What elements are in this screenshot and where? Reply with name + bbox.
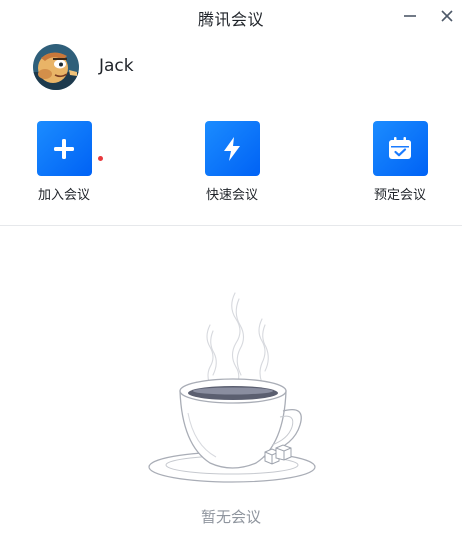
window-title: 腾讯会议: [197, 10, 264, 29]
notification-dot: [98, 156, 103, 161]
quick-meeting-button[interactable]: 快速会议: [192, 121, 272, 203]
schedule-meeting-label: 预定会议: [373, 188, 426, 203]
avatar-image: [33, 44, 79, 90]
minimize-button[interactable]: [398, 4, 422, 28]
title-bar: 腾讯会议: [0, 0, 462, 34]
schedule-meeting-button[interactable]: 预定会议: [360, 121, 440, 203]
calendar-check-icon: [389, 136, 411, 159]
coffee-cup-icon: [148, 292, 316, 483]
empty-state-text: 暂无会议: [200, 508, 261, 526]
join-meeting-label: 加入会议: [37, 188, 90, 203]
plus-icon: [54, 138, 74, 159]
close-icon: [441, 10, 453, 22]
lightning-icon: [224, 136, 240, 161]
join-meeting-button[interactable]: 加入会议: [24, 121, 104, 203]
join-meeting-icon-box: [36, 121, 92, 176]
quick-meeting-icon-box: [204, 121, 260, 176]
avatar[interactable]: [33, 44, 79, 90]
close-button[interactable]: [435, 4, 459, 28]
user-name[interactable]: Jack: [99, 56, 134, 76]
quick-meeting-label: 快速会议: [205, 188, 258, 203]
schedule-meeting-icon-box: [372, 121, 428, 176]
minimize-icon: [404, 15, 416, 17]
divider: [0, 225, 462, 226]
